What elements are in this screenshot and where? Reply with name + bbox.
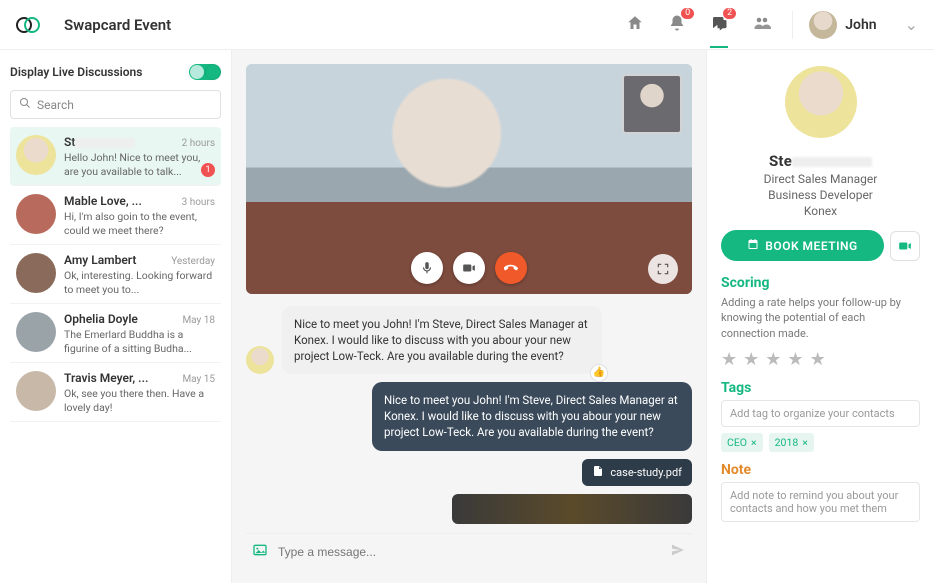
avatar [16,371,56,411]
avatar [246,346,274,374]
profile-panel: Ste Direct Sales Manager Business Develo… [706,50,934,583]
people-icon[interactable] [752,14,772,36]
scoring-description: Adding a rate helps your follow-up by kn… [721,295,920,341]
search-placeholder: Search [37,98,74,112]
tags-heading: Tags [721,380,920,396]
calendar-icon [747,238,759,253]
conversation-preview: Hello John! Nice to meet you, are you av… [64,151,215,177]
star-icon[interactable]: ★ [721,349,737,370]
conversation-preview: Hi, I'm also goin to the event, could we… [64,210,215,236]
avatar [16,135,56,175]
mic-button[interactable] [411,252,443,284]
profile-role: Business Developer [721,188,920,202]
discussions-toggle[interactable] [189,64,221,80]
video-call [246,64,692,294]
attachment-chip[interactable]: case-study.pdf [582,459,692,486]
chat-badge: 2 [723,8,736,19]
conversation-time: 2 hours [182,138,215,149]
star-icon[interactable]: ★ [810,349,826,370]
conversation-item[interactable]: Ophelia Doyle May 18 The Emerlard Buddha … [10,304,221,363]
discussions-toggle-label: Display Live Discussions [10,65,142,79]
conversation-time: Yesterday [171,256,215,267]
conversation-name: Mable Love, ... [64,194,142,208]
sidebar: Display Live Discussions Search St 2 hour… [0,50,232,583]
home-icon[interactable] [626,14,644,36]
note-heading: Note [721,462,920,478]
camera-button[interactable] [453,252,485,284]
conversation-name: Ophelia Doyle [64,312,138,326]
message-composer [246,533,692,569]
profile-company: Konex [721,204,920,218]
tag-chip[interactable]: 2018 × [769,433,814,452]
avatar [16,194,56,234]
rating-stars[interactable]: ★ ★ ★ ★ ★ [721,349,920,370]
remove-icon[interactable]: × [802,436,808,449]
chat-thread: Nice to meet you John! I'm Steve, Direct… [246,306,692,533]
search-input[interactable]: Search [10,90,221,119]
send-button[interactable] [670,542,686,561]
star-icon[interactable]: ★ [743,349,759,370]
avatar [16,253,56,293]
message-input[interactable] [278,545,660,559]
remove-icon[interactable]: × [751,436,757,449]
chat-icon[interactable]: 2 [710,14,728,48]
avatar [809,11,837,39]
conversation-name: St [64,135,135,149]
conversation-time: May 18 [182,315,215,326]
conversation-time: May 15 [182,374,215,385]
app-title: Swapcard Event [64,16,626,34]
hangup-button[interactable] [495,252,527,284]
conversation-item[interactable]: Mable Love, ... 3 hours Hi, I'm also goin… [10,186,221,245]
book-meeting-button[interactable]: BOOK MEETING [721,230,884,261]
user-name: John [845,17,876,33]
chevron-down-icon: ⌄ [905,15,918,34]
conversation-name: Amy Lambert [64,253,136,267]
image-attach-icon[interactable] [252,542,268,561]
star-icon[interactable]: ★ [787,349,803,370]
conversation-preview: The Emerlard Buddha is a figurine of a s… [64,328,215,354]
main-chat: Nice to meet you John! I'm Steve, Direct… [232,50,706,583]
user-menu[interactable]: John ⌄ [792,11,918,39]
bell-badge: 0 [681,8,694,19]
scoring-heading: Scoring [721,275,920,291]
outgoing-message: Nice to meet you John! I'm Steve, Direct… [372,382,692,450]
note-input[interactable]: Add note to remind you about your contac… [721,482,920,522]
conversation-item[interactable]: St 2 hours Hello John! Nice to meet you, … [10,127,221,186]
file-icon [592,465,604,480]
tags-input[interactable]: Add tag to organize your contacts [721,400,920,427]
tag-chip[interactable]: CEO × [721,433,763,452]
incoming-message: Nice to meet you John! I'm Steve, Direct… [282,306,602,374]
image-message[interactable] [452,494,692,524]
star-icon[interactable]: ★ [765,349,781,370]
conversation-item[interactable]: Travis Meyer, ... May 15 Ok, see you ther… [10,363,221,422]
profile-avatar [785,66,857,138]
profile-name: Ste [721,152,920,170]
conversation-time: 3 hours [182,197,215,208]
search-icon [19,97,31,112]
video-call-button[interactable] [890,231,920,261]
conversation-item[interactable]: Amy Lambert Yesterday Ok, interesting. Lo… [10,245,221,304]
profile-role: Direct Sales Manager [721,172,920,186]
fullscreen-button[interactable] [648,254,678,284]
conversation-preview: Ok, see you there then. Have a lovely da… [64,387,215,413]
conversation-name: Travis Meyer, ... [64,371,148,385]
book-meeting-label: BOOK MEETING [765,239,857,253]
video-self[interactable] [622,74,682,134]
topbar: Swapcard Event 0 2 John ⌄ [0,0,934,50]
app-logo [16,13,40,37]
unread-badge: 1 [201,163,215,177]
avatar [16,312,56,352]
conversation-list: St 2 hours Hello John! Nice to meet you, … [10,127,221,422]
bell-icon[interactable]: 0 [668,14,686,36]
conversation-preview: Ok, interesting. Looking forward to meet… [64,269,215,295]
attachment-name: case-study.pdf [610,466,682,479]
thumbs-up-icon[interactable]: 👍 [590,364,608,382]
